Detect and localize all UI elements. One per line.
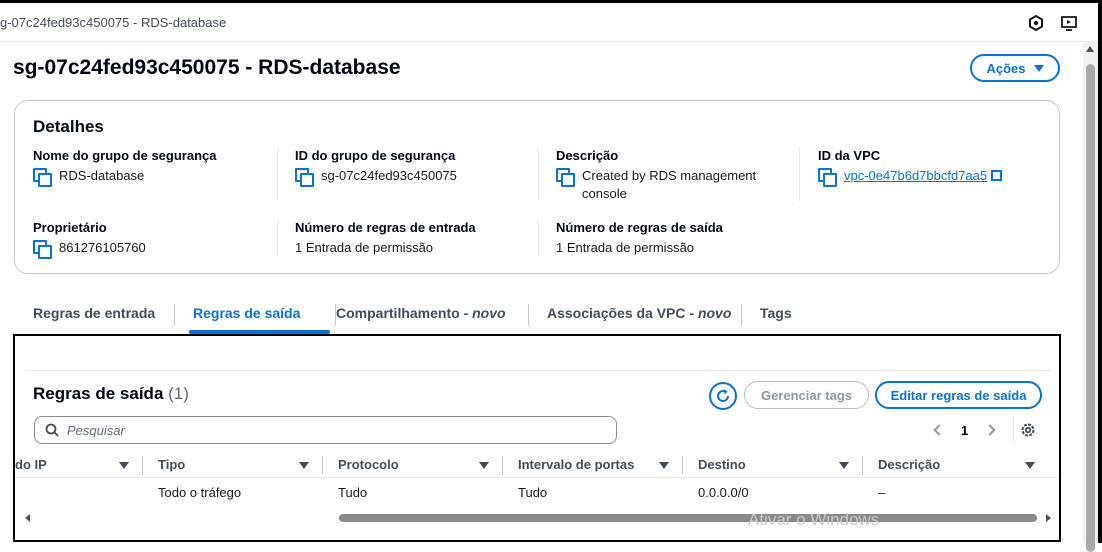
refresh-button[interactable] (709, 382, 737, 410)
vertical-scroll-thumb[interactable] (1086, 64, 1095, 552)
column-divider[interactable] (682, 456, 683, 474)
window-titlebar: g-07c24fed93c450075 - RDS-database (0, 0, 1102, 42)
horizontal-scroll-thumb[interactable] (339, 514, 1037, 522)
field-description: Descrição Created by RDS management cons… (556, 148, 771, 203)
chevron-left-icon[interactable] (933, 424, 945, 436)
page-number[interactable]: 1 (961, 423, 968, 438)
column-header-ip[interactable]: do IP (15, 457, 47, 472)
field-sg-name: Nome do grupo de segurança RDS-database (33, 148, 273, 187)
copy-icon[interactable] (33, 168, 52, 187)
chevron-right-icon[interactable] (984, 424, 996, 436)
divider (277, 219, 278, 257)
owner-value: 861276105760 (59, 240, 146, 255)
edit-outbound-rules-button[interactable]: Editar regras de saída (875, 381, 1042, 409)
refresh-icon (717, 389, 730, 402)
sort-caret-icon[interactable] (119, 462, 129, 469)
actions-label: Ações (986, 60, 1026, 76)
screen-share-icon[interactable] (1060, 14, 1078, 32)
field-label: Descrição (556, 148, 619, 163)
tab-divider (741, 304, 742, 326)
window-title: g-07c24fed93c450075 - RDS-database (0, 15, 227, 30)
details-panel: Detalhes Nome do grupo de segurança RDS-… (14, 100, 1060, 274)
search-input[interactable] (67, 421, 607, 439)
gear-icon[interactable] (1019, 421, 1037, 439)
rule-count: (1) (168, 384, 189, 403)
page-title: sg-07c24fed93c450075 - RDS-database (13, 56, 401, 79)
pagination: 1 (933, 420, 996, 440)
divider (1013, 416, 1014, 444)
tab-divider (174, 304, 175, 326)
column-header-port-range[interactable]: Intervalo de portas (518, 457, 634, 472)
sg-id-value: sg-07c24fed93c450075 (321, 168, 457, 183)
column-divider[interactable] (862, 456, 863, 474)
field-label: ID do grupo de segurança (295, 148, 456, 163)
column-divider[interactable] (502, 456, 503, 474)
cell-destination: 0.0.0.0/0 (698, 485, 749, 500)
cell-description: – (878, 485, 886, 500)
inbound-count-value: 1 Entrada de permissão (295, 240, 434, 255)
details-title: Detalhes (33, 117, 104, 136)
divider (538, 219, 539, 257)
copy-icon[interactable] (556, 168, 575, 187)
outbound-rules-title: Regras de saída (1) (33, 384, 189, 403)
field-owner: Proprietário 861276105760 (33, 220, 273, 259)
table-header: do IP Tipo Protocolo Intervalo de portas… (15, 450, 1059, 478)
field-outbound-count: Número de regras de saída 1 Entrada de p… (556, 220, 796, 257)
cell-type: Todo o tráfego (158, 485, 242, 500)
search-icon (45, 423, 59, 437)
sort-caret-icon[interactable] (299, 462, 309, 469)
field-sg-id: ID do grupo de segurança sg-07c24fed93c4… (295, 148, 535, 187)
column-header-destination[interactable]: Destino (698, 457, 746, 472)
description-value: Created by RDS management console (582, 168, 757, 201)
field-label: Proprietário (33, 220, 107, 235)
field-inbound-count: Número de regras de entrada 1 Entrada de… (295, 220, 535, 257)
panel-divider (25, 370, 1051, 371)
column-divider[interactable] (142, 456, 143, 474)
search-box[interactable] (34, 416, 617, 444)
scroll-up-icon[interactable] (1086, 46, 1094, 52)
sort-caret-icon[interactable] (1025, 462, 1035, 469)
cell-protocol: Tudo (338, 485, 368, 500)
windows-activation-watermark: Ativar o Windows (748, 510, 880, 529)
sort-caret-icon[interactable] (839, 462, 849, 469)
tab-sharing[interactable]: Compartilhamento - novo (336, 296, 506, 332)
tab-inbound-rules[interactable]: Regras de entrada (33, 296, 155, 332)
field-label: ID da VPC (818, 148, 881, 163)
tab-outbound-rules[interactable]: Regras de saída (193, 296, 300, 332)
tab-divider (528, 304, 529, 326)
divider (277, 147, 278, 201)
field-label: Número de regras de entrada (295, 220, 476, 235)
scroll-right-icon[interactable] (1046, 514, 1051, 522)
horizontal-scrollbar[interactable] (23, 511, 1053, 525)
divider (799, 147, 800, 201)
window-border (1098, 0, 1102, 543)
tab-tags[interactable]: Tags (760, 296, 792, 332)
column-header-description[interactable]: Descrição (878, 457, 940, 472)
field-label: Número de regras de saída (556, 220, 723, 235)
field-vpc-id: ID da VPC vpc-0e47b6d7bbcfd7aa5 (818, 148, 1058, 187)
sort-caret-icon[interactable] (479, 462, 489, 469)
outbound-rules-panel: Regras de saída (1) Gerenciar tags Edita… (13, 334, 1061, 542)
cell-port-range: Tudo (518, 485, 548, 500)
column-divider[interactable] (322, 456, 323, 474)
copy-icon[interactable] (33, 240, 52, 259)
divider (538, 147, 539, 201)
external-link-icon[interactable] (991, 170, 1003, 181)
sort-caret-icon[interactable] (659, 462, 669, 469)
tab-vpc-associations[interactable]: Associações da VPC - novo (547, 296, 731, 332)
scroll-left-icon[interactable] (25, 514, 30, 522)
vpc-id-link[interactable]: vpc-0e47b6d7bbcfd7aa5 (844, 168, 987, 183)
copy-icon[interactable] (295, 168, 314, 187)
actions-button[interactable]: Ações (970, 54, 1060, 82)
column-header-protocol[interactable]: Protocolo (338, 457, 399, 472)
vertical-scrollbar[interactable] (1083, 42, 1098, 552)
copy-icon[interactable] (818, 168, 837, 187)
extension-icon[interactable] (1027, 14, 1045, 32)
manage-tags-button[interactable]: Gerenciar tags (744, 381, 869, 409)
outbound-count-value: 1 Entrada de permissão (556, 240, 695, 255)
caret-down-icon (1033, 64, 1044, 72)
column-header-type[interactable]: Tipo (158, 457, 185, 472)
field-label: Nome do grupo de segurança (33, 148, 217, 163)
sg-name-value: RDS-database (59, 168, 145, 183)
